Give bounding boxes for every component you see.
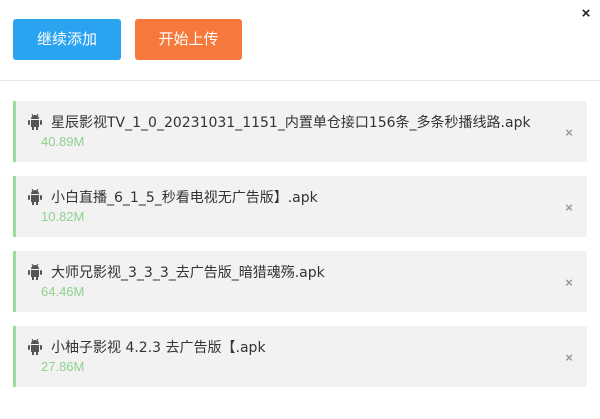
remove-file-icon[interactable]: ×: [563, 201, 575, 214]
android-icon: [28, 188, 42, 205]
remove-file-icon[interactable]: ×: [563, 351, 575, 364]
file-size: 40.89M: [41, 134, 85, 149]
upload-toolbar: 继续添加 开始上传: [0, 0, 600, 81]
file-item: 大师兄影视_3_3_3_去广告版_暗猎魂殇.apk 64.46M ×: [13, 251, 587, 312]
file-name: 小白直播_6_1_5_秒看电视无广告版】.apk: [51, 190, 318, 206]
android-icon: [28, 113, 42, 130]
continue-adding-button[interactable]: 继续添加: [13, 19, 121, 60]
file-item: 小白直播_6_1_5_秒看电视无广告版】.apk 10.82M ×: [13, 176, 587, 237]
file-size: 27.86M: [41, 359, 85, 374]
file-list: 星辰影视TV_1_0_20231031_1151_内置单仓接口156条_多条秒播…: [0, 81, 600, 387]
file-name: 大师兄影视_3_3_3_去广告版_暗猎魂殇.apk: [51, 265, 325, 281]
start-upload-button[interactable]: 开始上传: [135, 19, 242, 60]
file-item: 星辰影视TV_1_0_20231031_1151_内置单仓接口156条_多条秒播…: [13, 101, 587, 162]
file-item: 小柚子影视 4.2.3 去广告版【.apk 27.86M ×: [13, 326, 587, 387]
file-name: 星辰影视TV_1_0_20231031_1151_内置单仓接口156条_多条秒播…: [51, 115, 531, 131]
dialog-close-icon[interactable]: ×: [578, 6, 594, 22]
remove-file-icon[interactable]: ×: [563, 126, 575, 139]
file-name: 小柚子影视 4.2.3 去广告版【.apk: [51, 340, 266, 356]
file-size: 10.82M: [41, 209, 85, 224]
android-icon: [28, 338, 42, 355]
android-icon: [28, 263, 42, 280]
remove-file-icon[interactable]: ×: [563, 276, 575, 289]
file-size: 64.46M: [41, 284, 85, 299]
